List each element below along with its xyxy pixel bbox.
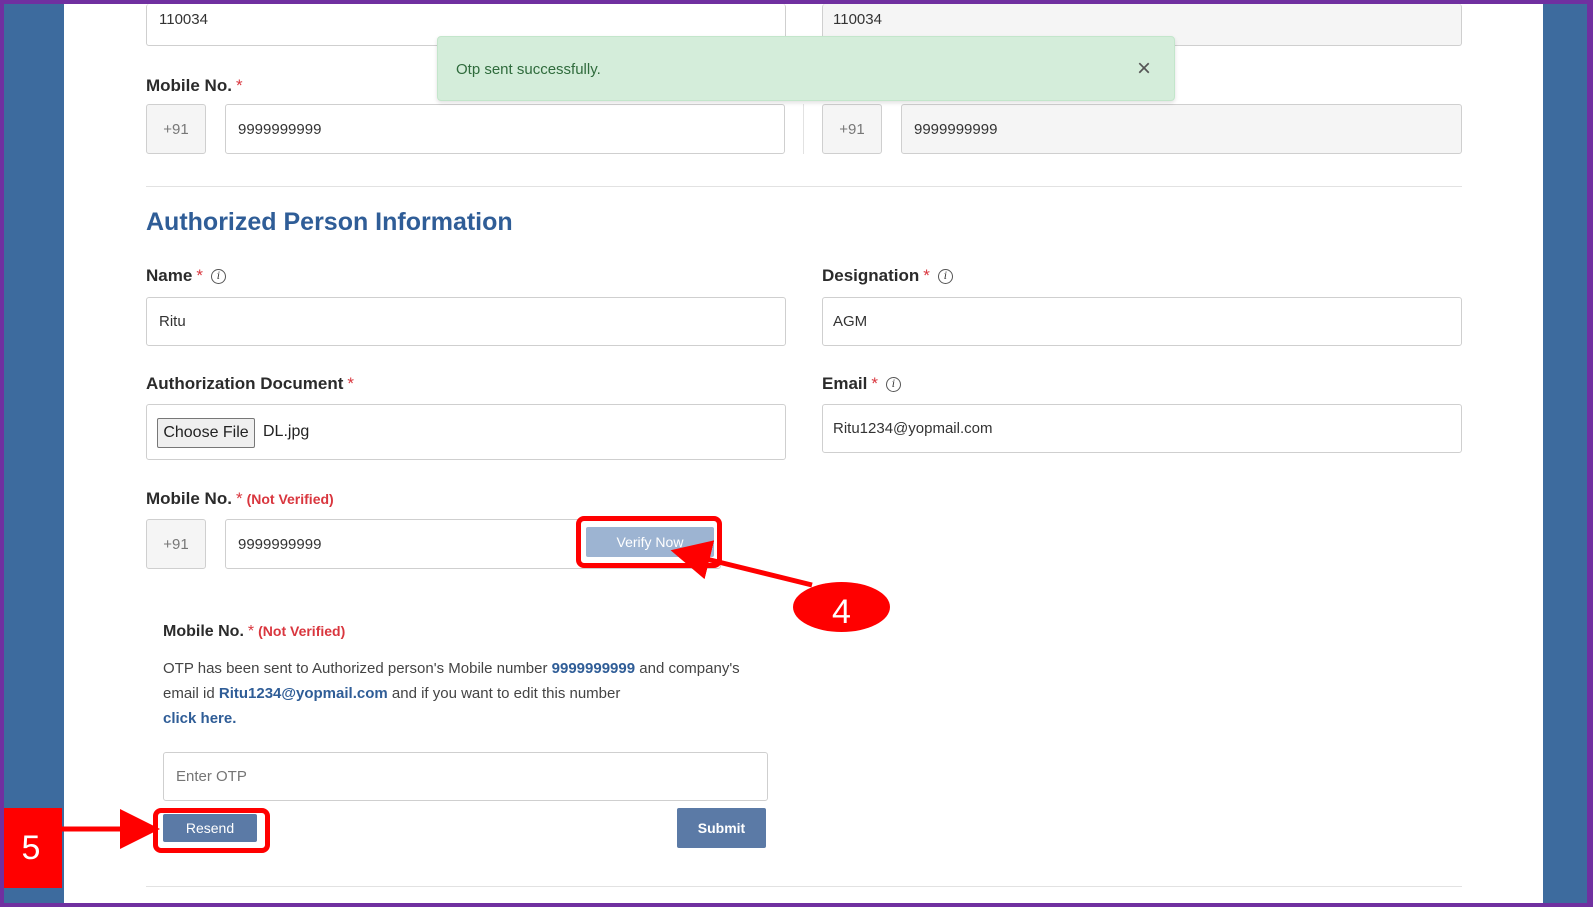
country-code: +91 [146, 104, 206, 154]
authorized-mobile-label: Mobile No. * (Not Verified) [146, 489, 334, 508]
bottom-divider [146, 886, 1462, 887]
email-input[interactable]: Ritu1234@yopmail.com [822, 404, 1462, 453]
country-code: +91 [146, 519, 206, 569]
verify-highlight-box [576, 516, 722, 568]
not-verified-badge: (Not Verified) [246, 491, 334, 507]
info-icon[interactable]: i [885, 377, 901, 393]
authorization-document-label: Authorization Document * [146, 374, 355, 393]
designation-label: Designation * i [822, 266, 953, 286]
file-upload-field[interactable]: Choose File DL.jpg [146, 404, 786, 460]
close-icon[interactable]: × [1137, 55, 1151, 83]
otp-mobile-label: Mobile No. * (Not Verified) [163, 623, 346, 640]
column-divider [803, 104, 804, 154]
step-4-badge: 4 [793, 582, 890, 632]
otp-mobile-number: 9999999999 [551, 660, 636, 677]
step-5-badge: 5 [0, 808, 62, 888]
mobile-label: Mobile No. * [146, 76, 243, 95]
name-input[interactable]: Ritu [146, 297, 786, 346]
info-icon[interactable]: i [937, 269, 953, 285]
resend-highlight-box [153, 808, 270, 853]
designation-input[interactable]: AGM [822, 297, 1462, 346]
submit-button[interactable]: Submit [677, 808, 766, 848]
choose-file-button[interactable]: Choose File [157, 418, 255, 448]
mobile-input[interactable]: 9999999999 [225, 104, 785, 154]
section-title: Authorized Person Information [146, 208, 513, 236]
name-label: Name * i [146, 266, 226, 286]
otp-email: Ritu1234@yopmail.com [218, 685, 388, 702]
section-divider [146, 186, 1462, 187]
info-icon[interactable]: i [210, 269, 226, 285]
success-toast: Otp sent successfully. × [437, 36, 1175, 101]
email-label: Email * i [822, 374, 901, 394]
edit-number-link[interactable]: click here. [163, 710, 236, 727]
selected-file-name: DL.jpg [263, 423, 310, 440]
mobile-input-readonly: 9999999999 [901, 104, 1462, 154]
toast-message: Otp sent successfully. [456, 61, 601, 78]
not-verified-badge: (Not Verified) [258, 623, 346, 639]
country-code-readonly: +91 [822, 104, 882, 154]
otp-input[interactable] [163, 752, 768, 801]
otp-info-text: OTP has been sent to Authorized person's… [163, 660, 740, 727]
right-side-panel [1543, 4, 1587, 907]
left-side-panel [4, 4, 64, 907]
